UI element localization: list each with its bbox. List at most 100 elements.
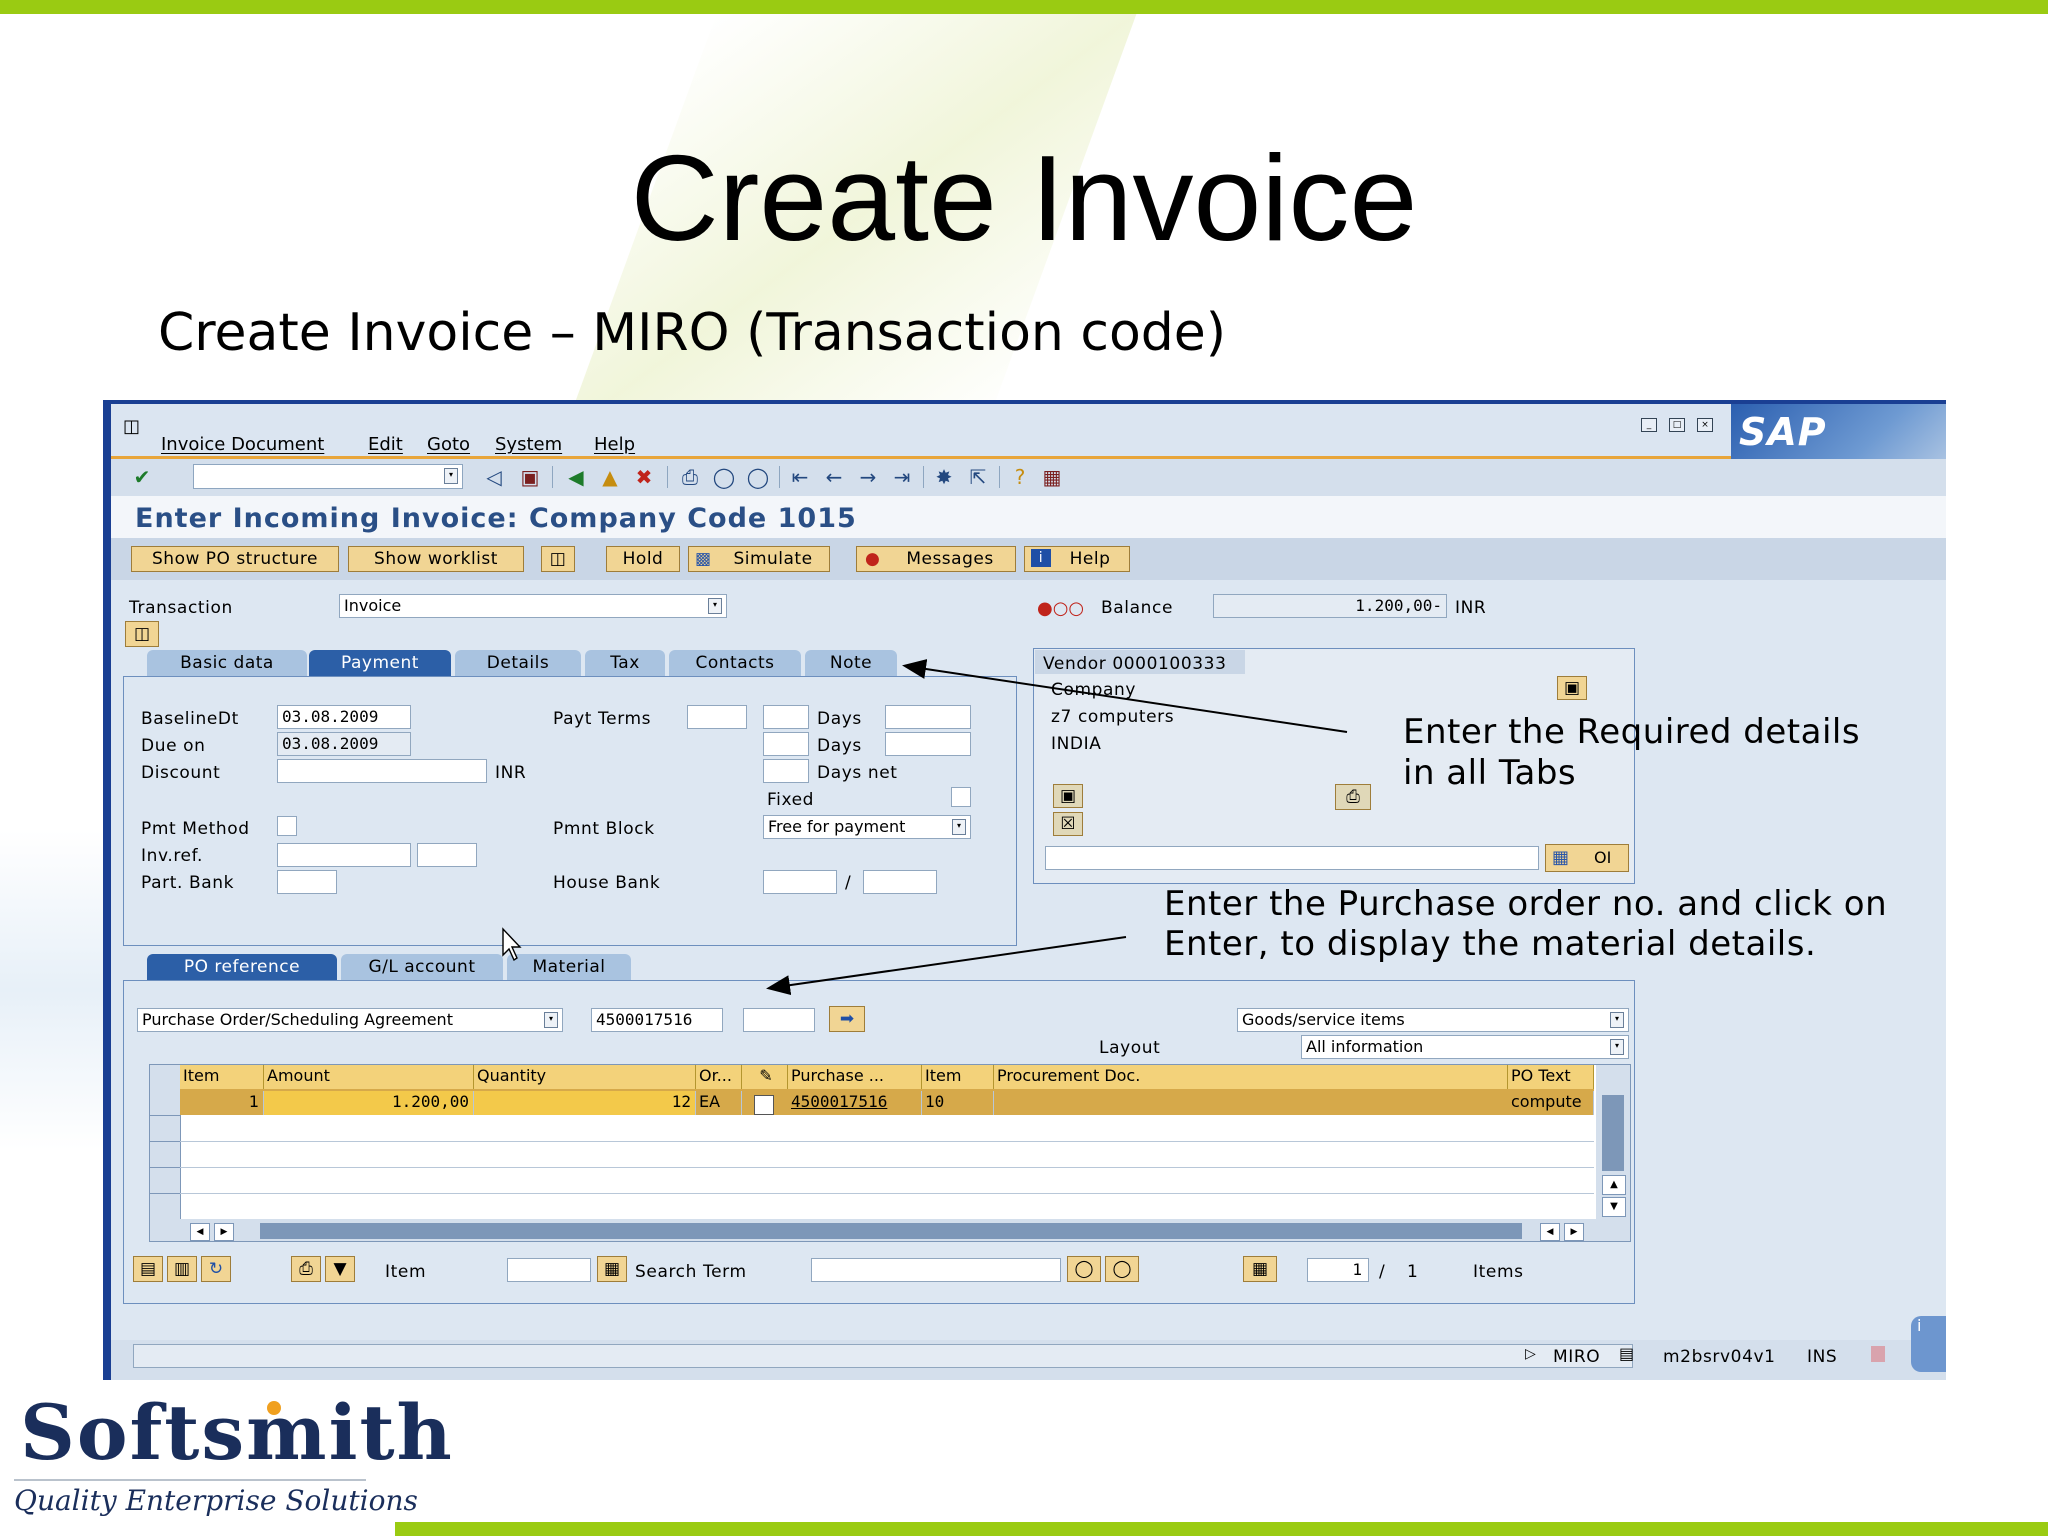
exit-icon[interactable]: ▲ [597, 464, 623, 490]
execute-arrow-icon[interactable]: ➡ [829, 1006, 865, 1032]
scroll-left-end-icon[interactable]: ◀ [1540, 1223, 1560, 1241]
vertical-scroll-thumb[interactable] [1602, 1095, 1624, 1171]
scroll-down-icon[interactable]: ▼ [1602, 1197, 1626, 1217]
house-bank-field[interactable] [763, 870, 837, 894]
tab-basic-data[interactable]: Basic data [147, 650, 307, 676]
simulate-button[interactable]: ▩ Simulate [688, 546, 830, 572]
back-icon[interactable]: ◀ [563, 464, 589, 490]
layout-select[interactable]: All information ▾ [1301, 1035, 1629, 1059]
discount-field[interactable] [277, 759, 487, 783]
col-po-text[interactable]: PO Text [1508, 1065, 1594, 1089]
open-items-button[interactable]: ▦ OI [1545, 844, 1629, 872]
baseline-date-field[interactable]: 03.08.2009 [277, 705, 411, 729]
inv-ref-field[interactable] [277, 843, 411, 867]
col-item[interactable]: Item [180, 1065, 264, 1089]
days2-field[interactable] [763, 732, 809, 756]
col-procurement-doc[interactable]: Procurement Doc. [994, 1065, 1508, 1089]
horizontal-scroll-thumb[interactable] [260, 1223, 1522, 1239]
command-field[interactable]: ▾ [193, 464, 463, 489]
add-row-icon[interactable]: ▤ [133, 1256, 163, 1282]
tab-gl-account[interactable]: G/L account [341, 954, 503, 980]
menu-edit[interactable]: Edit [368, 434, 403, 455]
vendor-prev-icon[interactable]: ▣ [1053, 784, 1083, 808]
show-po-structure-button[interactable]: Show PO structure [131, 546, 339, 572]
last-page-icon[interactable]: ⇥ [889, 464, 915, 490]
status-list-icon[interactable]: ▤ [1619, 1344, 1635, 1363]
col-quantity[interactable]: Quantity [474, 1065, 696, 1089]
tab-contacts[interactable]: Contacts [669, 650, 801, 676]
help-button[interactable]: i Help [1024, 546, 1130, 572]
tab-note[interactable]: Note [805, 650, 897, 676]
find-icon[interactable]: ◯ [711, 464, 737, 490]
days-net-field[interactable] [763, 759, 809, 783]
scroll-right-end-icon[interactable]: ▶ [1564, 1223, 1584, 1241]
close-icon[interactable]: × [1697, 418, 1713, 432]
menu-goto[interactable]: Goto [427, 434, 470, 455]
print-icon[interactable]: ⎙ [677, 464, 703, 490]
percent2-field[interactable] [885, 732, 971, 756]
row-purchase-link[interactable]: 4500017516 [788, 1091, 922, 1115]
menu-system[interactable]: System [495, 434, 562, 455]
tab-details[interactable]: Details [455, 650, 581, 676]
scroll-up-icon[interactable]: ▲ [1602, 1175, 1626, 1195]
find-next-in-list-icon[interactable]: ◯ [1105, 1256, 1139, 1282]
percent1-field[interactable] [885, 705, 971, 729]
po-number-field[interactable]: 4500017516 [591, 1008, 723, 1032]
search-term-field[interactable] [811, 1258, 1061, 1282]
vendor-bank-field[interactable] [1045, 846, 1539, 870]
next-page-icon[interactable]: → [855, 464, 881, 490]
maximize-icon[interactable]: □ [1669, 418, 1685, 432]
scroll-left-icon[interactable]: ◀ [190, 1223, 210, 1241]
inv-ref-year-field[interactable] [417, 843, 477, 867]
save-icon[interactable]: ▣ [517, 464, 543, 490]
cancel-icon[interactable]: ✖ [631, 464, 657, 490]
page-current-field[interactable]: 1 [1307, 1258, 1369, 1282]
enter-icon[interactable]: ✔ [129, 464, 155, 490]
col-purchase[interactable]: Purchase ... [788, 1065, 922, 1089]
messages-button[interactable]: ● Messages [856, 546, 1016, 572]
menu-invoice-document[interactable]: Invoice Document [161, 434, 324, 455]
col-select-icon[interactable]: ✎ [742, 1065, 788, 1089]
refresh-icon[interactable]: ↻ [201, 1256, 231, 1282]
row-checkbox[interactable] [754, 1095, 774, 1115]
delete-row-icon[interactable]: ▥ [167, 1256, 197, 1282]
tab-material[interactable]: Material [507, 954, 631, 980]
hold-button[interactable]: Hold [606, 546, 680, 572]
menu-icon[interactable]: ◫ [123, 416, 140, 437]
help-icon[interactable]: ? [1007, 464, 1033, 490]
row-quantity[interactable]: 12 [474, 1091, 696, 1115]
print-list-icon[interactable]: ⎙ [291, 1256, 321, 1282]
tab-tax[interactable]: Tax [585, 650, 665, 676]
tree-icon[interactable]: ◫ [541, 546, 575, 572]
search-help-icon[interactable]: ▦ [597, 1256, 627, 1282]
filter-icon[interactable]: ▼ [325, 1256, 355, 1282]
menu-help[interactable]: Help [594, 434, 635, 455]
vendor-print-icon[interactable]: ⎙ [1335, 784, 1371, 810]
previous-page-icon[interactable]: ← [821, 464, 847, 490]
item-search-field[interactable] [507, 1258, 591, 1282]
goods-service-select[interactable]: Goods/service items ▾ [1237, 1008, 1629, 1032]
fixed-checkbox[interactable] [951, 787, 971, 807]
col-po-item[interactable]: Item [922, 1065, 994, 1089]
row-amount[interactable]: 1.200,00 [264, 1091, 474, 1115]
payt-terms-field[interactable] [687, 705, 747, 729]
first-page-icon[interactable]: ⇤ [787, 464, 813, 490]
po-item-field[interactable] [743, 1008, 815, 1032]
tab-po-reference[interactable]: PO reference [147, 954, 337, 980]
layout-menu-icon[interactable]: ▦ [1039, 464, 1065, 490]
shortcut-icon[interactable]: ⇱ [965, 464, 991, 490]
pmnt-block-select[interactable]: Free for payment ▾ [763, 815, 971, 839]
minimize-icon[interactable]: _ [1641, 418, 1657, 432]
scroll-right-icon[interactable]: ▶ [214, 1223, 234, 1241]
part-bank-field[interactable] [277, 870, 337, 894]
show-worklist-button[interactable]: Show worklist [348, 546, 524, 572]
house-bank-account-field[interactable] [863, 870, 937, 894]
transaction-select[interactable]: Invoice ▾ [339, 594, 727, 618]
reference-document-select[interactable]: Purchase Order/Scheduling Agreement ▾ [137, 1008, 563, 1032]
col-amount[interactable]: Amount [264, 1065, 474, 1089]
expand-status-icon[interactable]: ▷ [1525, 1346, 1536, 1362]
find-next-icon[interactable]: ◯ [745, 464, 771, 490]
col-order-unit[interactable]: Or... [696, 1065, 742, 1089]
folder-toggle-icon[interactable]: ◫ [125, 621, 159, 647]
calculator-icon[interactable]: ▦ [1243, 1256, 1277, 1282]
